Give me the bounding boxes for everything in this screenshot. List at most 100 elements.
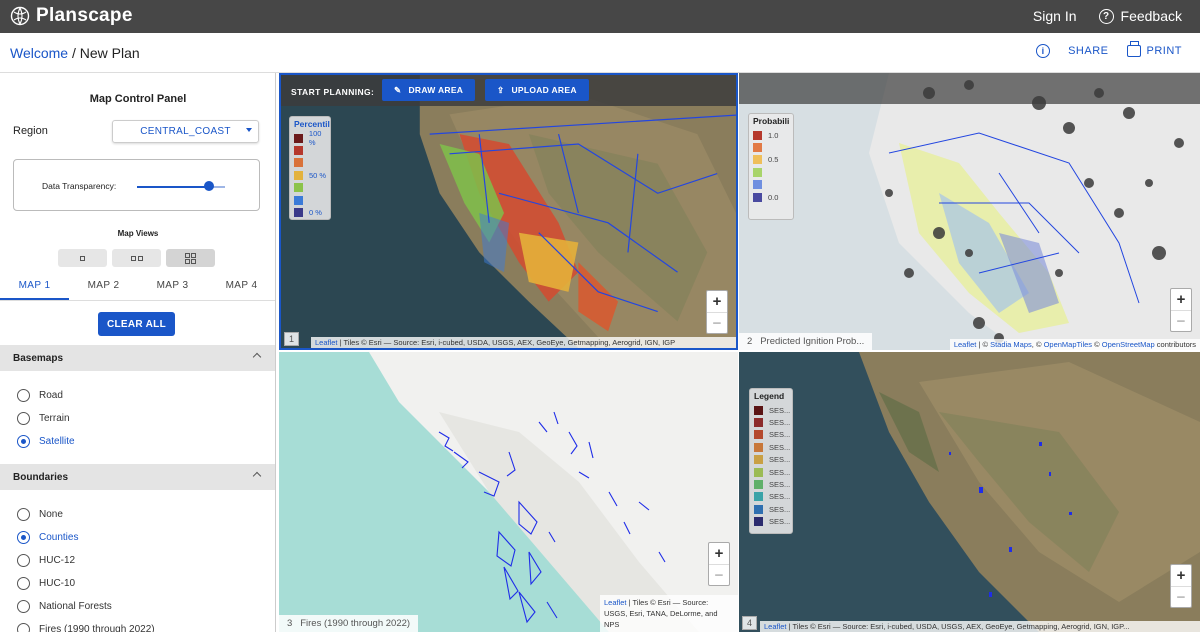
ses-legend-swatch bbox=[754, 480, 763, 490]
boundaries-header[interactable]: Boundaries bbox=[0, 464, 275, 490]
percentile-legend-label: 100 % bbox=[308, 129, 322, 148]
leaflet-link[interactable]: Leaflet bbox=[604, 598, 627, 607]
upload-area-button[interactable]: ⇪ UPLOAD AREA bbox=[485, 79, 589, 101]
zoom-out-button[interactable]: − bbox=[1171, 310, 1191, 331]
zoom-in-button[interactable]: + bbox=[1171, 289, 1191, 310]
tab-map-1[interactable]: MAP 1 bbox=[0, 273, 69, 300]
basemap-road-label: Road bbox=[39, 390, 63, 401]
ses-legend-swatch bbox=[754, 467, 763, 477]
radio-selected-icon bbox=[17, 435, 30, 448]
clear-all-button[interactable]: CLEAR ALL bbox=[98, 312, 175, 336]
leaflet-link[interactable]: Leaflet bbox=[954, 340, 977, 349]
probability-legend-swatch bbox=[753, 143, 762, 153]
chevron-up-icon bbox=[252, 471, 262, 481]
boundary-forests-radio[interactable]: National Forests bbox=[17, 600, 112, 613]
ses-legend-label: SES... bbox=[769, 418, 791, 428]
region-select[interactable]: CENTRAL_COAST bbox=[112, 120, 259, 143]
upload-area-label: UPLOAD AREA bbox=[511, 85, 577, 95]
attr-end: contributors bbox=[1154, 340, 1196, 349]
zoom-in-button[interactable]: + bbox=[1171, 565, 1191, 586]
map-4-satellite-tiles bbox=[859, 352, 1200, 632]
radio-icon bbox=[17, 412, 30, 425]
draw-area-button[interactable]: ✎ DRAW AREA bbox=[382, 79, 476, 101]
openstreetmap-link[interactable]: OpenStreetMap bbox=[1102, 340, 1155, 349]
map-1-attribution: Leaflet | Tiles © Esri — Source: Esri, i… bbox=[311, 337, 736, 348]
basemap-road-radio[interactable]: Road bbox=[17, 389, 63, 402]
percentile-legend: Percentil 100 % 50 % 0 % bbox=[289, 116, 331, 220]
boundary-forests-label: National Forests bbox=[39, 601, 112, 612]
transparency-slider-thumb[interactable] bbox=[204, 181, 215, 191]
percentile-legend-label: 50 % bbox=[309, 170, 327, 180]
map-3-zoom-control: + − bbox=[708, 542, 730, 586]
feedback-link[interactable]: ? Feedback bbox=[1098, 8, 1182, 24]
probability-legend-row bbox=[749, 179, 793, 191]
basemap-satellite-radio[interactable]: Satellite bbox=[17, 435, 75, 448]
percentile-legend-rows: 100 % 50 % 0 % bbox=[290, 129, 330, 219]
print-label: PRINT bbox=[1146, 45, 1182, 57]
map-3-attr-line1: | Tiles © Esri — Source: bbox=[626, 598, 709, 607]
percentile-legend-swatch bbox=[294, 208, 303, 218]
ses-legend-label: SES... bbox=[769, 467, 791, 477]
boundary-huc10-radio[interactable]: HUC-10 bbox=[17, 577, 75, 590]
map-3-title: Fires (1990 through 2022) bbox=[300, 618, 411, 629]
zoom-out-button[interactable]: − bbox=[1171, 586, 1191, 607]
four-view-button[interactable] bbox=[166, 249, 215, 267]
boundary-fires-radio[interactable]: Fires (1990 through 2022) bbox=[17, 623, 155, 632]
chevron-up-icon bbox=[252, 352, 262, 362]
stadia-link[interactable]: Stadia Maps bbox=[990, 340, 1032, 349]
map-3-number: 3 bbox=[287, 618, 293, 629]
top-bar: Planscape Sign In ? Feedback bbox=[0, 0, 1200, 33]
openmaptiles-link[interactable]: OpenMapTiles bbox=[1044, 340, 1093, 349]
probability-legend-rows: 1.0 0.5 0.0 bbox=[749, 129, 793, 203]
breadcrumb-separator: / bbox=[68, 45, 80, 61]
zoom-out-button[interactable]: − bbox=[709, 564, 729, 585]
boundary-none-label: None bbox=[39, 509, 63, 520]
sign-in-link[interactable]: Sign In bbox=[1033, 8, 1077, 24]
tab-map-2[interactable]: MAP 2 bbox=[69, 273, 138, 300]
attr-sep: | © bbox=[976, 340, 991, 349]
basemap-terrain-radio[interactable]: Terrain bbox=[17, 412, 70, 425]
breadcrumb: Welcome / New Plan bbox=[10, 45, 140, 61]
probability-legend-row: 0.0 bbox=[749, 191, 793, 203]
percentile-legend-swatch bbox=[294, 133, 303, 143]
basemap-satellite-label: Satellite bbox=[39, 436, 75, 447]
map-3-attr-line2: USGS, Esri, TANA, DeLorme, and bbox=[604, 609, 718, 618]
breadcrumb-welcome[interactable]: Welcome bbox=[10, 45, 68, 61]
basemaps-header[interactable]: Basemaps bbox=[0, 345, 275, 371]
single-view-button[interactable] bbox=[58, 249, 107, 267]
draw-icon: ✎ bbox=[394, 84, 402, 95]
map-2-road-tiles bbox=[739, 73, 1184, 350]
boundary-counties-radio[interactable]: Counties bbox=[17, 531, 78, 544]
ses-legend-title: Legend bbox=[754, 391, 785, 401]
map-1[interactable]: START PLANNING: ✎ DRAW AREA ⇪ UPLOAD AREA … bbox=[279, 73, 738, 350]
percentile-legend-row bbox=[290, 157, 330, 169]
map-4[interactable]: Legend SES... SES... SES... SES... SES... SES… bbox=[739, 352, 1200, 632]
tab-map-4[interactable]: MAP 4 bbox=[207, 273, 275, 300]
share-button[interactable]: SHARE bbox=[1068, 45, 1108, 57]
two-view-icon bbox=[130, 255, 136, 261]
map-1-satellite-tiles bbox=[419, 75, 736, 348]
zoom-out-button[interactable]: − bbox=[707, 312, 727, 333]
boundary-none-radio[interactable]: None bbox=[17, 508, 63, 521]
percentile-legend-label: 0 % bbox=[309, 208, 322, 218]
leaflet-link[interactable]: Leaflet bbox=[764, 622, 787, 631]
ses-legend-row: SES... bbox=[750, 516, 792, 528]
boundary-huc12-radio[interactable]: HUC-12 bbox=[17, 554, 75, 567]
app-logo[interactable]: Planscape bbox=[10, 5, 133, 27]
map-2[interactable]: Probabili 1.0 0.5 0.0 + − 2 Predicted Igni… bbox=[739, 73, 1200, 350]
ses-legend-row: SES... bbox=[750, 429, 792, 441]
region-value: CENTRAL_COAST bbox=[140, 126, 231, 137]
zoom-in-button[interactable]: + bbox=[707, 291, 727, 312]
leaflet-link[interactable]: Leaflet bbox=[315, 338, 338, 347]
upload-icon: ⇪ bbox=[497, 84, 505, 95]
caret-down-icon bbox=[246, 128, 252, 132]
app-name: Planscape bbox=[36, 5, 133, 26]
print-button[interactable]: PRINT bbox=[1126, 41, 1183, 57]
radio-icon bbox=[17, 577, 30, 590]
zoom-in-button[interactable]: + bbox=[709, 543, 729, 564]
map-3[interactable]: + − 3 Fires (1990 through 2022) Leaflet … bbox=[279, 352, 738, 632]
two-view-button[interactable] bbox=[112, 249, 161, 267]
map-3-attr-line3: NPS bbox=[604, 620, 620, 629]
tab-map-3[interactable]: MAP 3 bbox=[138, 273, 207, 300]
info-icon[interactable]: i bbox=[1036, 44, 1051, 58]
